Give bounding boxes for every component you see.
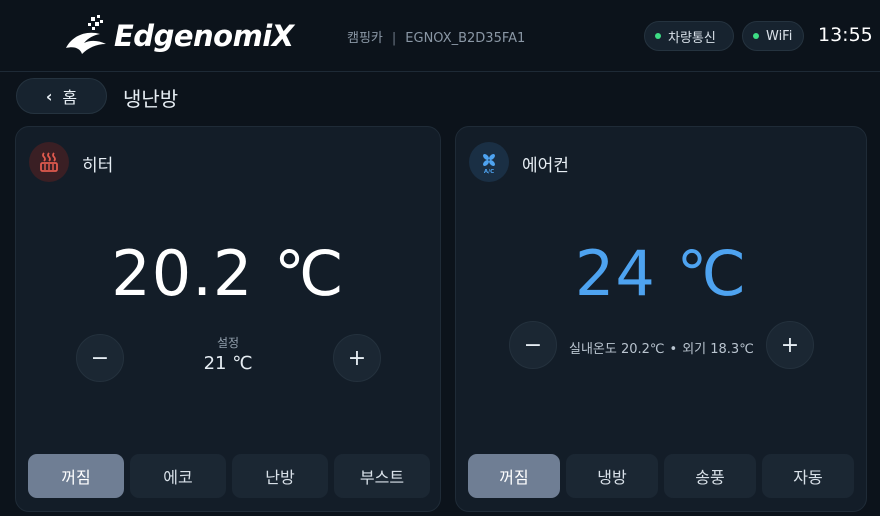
status-dot-icon [753, 33, 759, 39]
back-home-button[interactable]: ‹ 홈 [16, 78, 107, 114]
heater-current-temp: 20.2 ℃ [111, 237, 345, 310]
device-id: EGNOX_B2D35FA1 [405, 31, 526, 46]
heater-mode-boost[interactable]: 부스트 [334, 454, 430, 498]
aircon-mode-fan[interactable]: 송풍 [664, 454, 756, 498]
top-bar: EdgenomiX 캠핑카 | EGNOX_B2D35FA1 차량통신 WiFi 1… [0, 0, 880, 72]
outdoor-temp: 외기 18.3℃ [682, 342, 754, 357]
heater-title: 히터 [82, 156, 114, 176]
device-separator: | [391, 31, 397, 46]
status-dot-icon [655, 33, 661, 39]
heater-mode-eco[interactable]: 에코 [130, 454, 226, 498]
heater-mode-heat[interactable]: 난방 [232, 454, 328, 498]
logo-mark-icon [64, 14, 110, 58]
aircon-decrease-button[interactable]: − [509, 321, 557, 369]
aircon-increase-button[interactable]: + [766, 321, 814, 369]
brand-name: EdgenomiX [114, 19, 294, 53]
vehicle-comm-status: 차량통신 [644, 21, 734, 51]
aircon-mode-row: 꺼짐 냉방 송풍 자동 [468, 454, 854, 498]
indoor-temp: 실내온도 20.2℃ [569, 342, 665, 357]
aircon-mode-off[interactable]: 꺼짐 [468, 454, 560, 498]
brand-logo: EdgenomiX [64, 14, 294, 58]
device-type: 캠핑카 [347, 31, 383, 46]
aircon-icon: A/C [469, 142, 509, 182]
aircon-current-temp: 24 ℃ [574, 237, 748, 310]
wifi-status: WiFi [742, 21, 804, 51]
aircon-status: 실내온도 20.2℃ • 외기 18.3℃ [569, 338, 754, 357]
device-info: 캠핑카 | EGNOX_B2D35FA1 [347, 27, 525, 46]
aircon-card: A/C 에어컨 24 ℃ − 실내온도 20.2℃ • 외기 18.3℃ + 꺼짐 … [455, 126, 867, 512]
page-title: 냉난방 [123, 87, 179, 111]
heater-increase-button[interactable]: + [333, 334, 381, 382]
heater-mode-off[interactable]: 꺼짐 [28, 454, 124, 498]
heater-mode-row: 꺼짐 에코 난방 부스트 [28, 454, 430, 498]
status-bullet: • [669, 342, 678, 357]
heater-icon [29, 142, 69, 182]
svg-text:A/C: A/C [484, 169, 494, 174]
chevron-left-icon: ‹ [45, 86, 53, 106]
aircon-title: 에어컨 [522, 156, 569, 176]
aircon-mode-cool[interactable]: 냉방 [566, 454, 658, 498]
clock: 13:55 [818, 24, 873, 46]
heater-card: 히터 20.2 ℃ − 설정 21 ℃ + 꺼짐 에코 난방 부스트 [15, 126, 441, 512]
wifi-label: WiFi [766, 28, 793, 44]
back-label: 홈 [62, 88, 78, 107]
aircon-mode-auto[interactable]: 자동 [762, 454, 854, 498]
vehicle-comm-label: 차량통신 [668, 30, 716, 46]
